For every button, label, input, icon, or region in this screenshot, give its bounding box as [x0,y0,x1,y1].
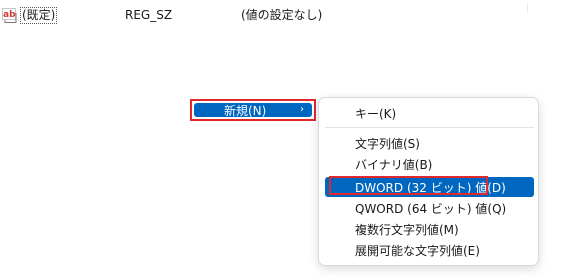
menu-item-dword-value[interactable]: DWORD (32 ビット) 値(D) [325,177,534,197]
context-menu-new-item[interactable]: 新規(N) › [190,99,316,121]
menu-item-label: バイナリ値(B) [355,157,433,172]
svg-text:ab: ab [3,10,16,20]
menu-item-label: 複数行文字列値(M) [355,222,459,237]
value-name: (既定) [20,6,58,24]
menu-separator [325,127,534,128]
menu-item-qword-value[interactable]: QWORD (64 ビット) 値(Q) [325,198,534,218]
menu-item-multi-string-value[interactable]: 複数行文字列値(M) [325,219,534,239]
string-value-icon: ab [2,7,18,23]
new-item-highlight[interactable]: 新規(N) › [194,103,312,118]
menu-item-expandable-string-value[interactable]: 展開可能な文字列値(E) [325,240,534,260]
menu-item-key[interactable]: キー(K) [325,103,534,123]
value-name-cell[interactable]: ab (既定) [2,6,58,24]
value-type: REG_SZ [125,8,173,22]
menu-item-string-value[interactable]: 文字列値(S) [325,133,534,153]
registry-value-row[interactable]: ab (既定) REG_SZ (値の設定なし) [0,4,562,26]
menu-item-binary-value[interactable]: バイナリ値(B) [325,154,534,174]
column-divider [527,4,528,12]
menu-item-label: 展開可能な文字列値(E) [355,243,480,258]
menu-item-label: キー(K) [355,106,397,121]
menu-item-label: QWORD (64 ビット) 値(Q) [355,201,507,216]
new-submenu: キー(K) 文字列値(S) バイナリ値(B) DWORD (32 ビット) 値(… [318,97,539,266]
value-data: (値の設定なし) [241,8,323,22]
menu-item-label: DWORD (32 ビット) 値(D) [355,180,506,195]
chevron-right-icon: › [300,104,304,115]
new-item-label: 新規(N) [224,103,267,118]
menu-item-label: 文字列値(S) [355,136,420,151]
